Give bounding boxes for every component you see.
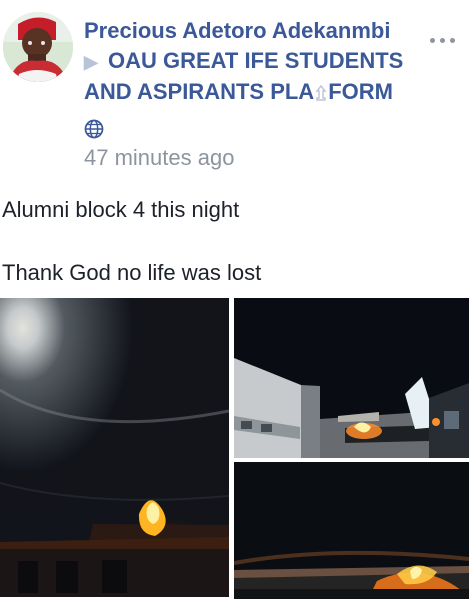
facebook-post: Precious Adetoro Adekanmbi ▶ OAU GREAT I… xyxy=(0,0,469,599)
post-meta: 47 minutes ago xyxy=(84,119,234,170)
fire-night-photo-main xyxy=(0,298,229,597)
more-options-icon xyxy=(439,37,445,43)
post-header: Precious Adetoro Adekanmbi ▶ OAU GREAT I… xyxy=(84,16,424,107)
message-line-1: Alumni block 4 this night xyxy=(2,197,240,222)
group-name-part-2[interactable]: AND ASPIRANTS PLA xyxy=(84,79,314,104)
group-link-line-1[interactable]: ▶ OAU GREAT IFE STUDENTS xyxy=(84,46,424,77)
arrow-right-icon: ▶ xyxy=(84,52,98,72)
fire-night-photo-building xyxy=(234,298,469,458)
post-options-button[interactable] xyxy=(424,30,460,50)
globe-icon[interactable] xyxy=(84,119,104,139)
text-cursor-icon xyxy=(315,79,327,101)
profile-photo xyxy=(3,12,73,82)
photo-fire-main[interactable] xyxy=(0,298,229,597)
fire-night-photo-roof xyxy=(234,462,469,599)
group-name-part-1[interactable]: OAU GREAT IFE STUDENTS xyxy=(108,48,403,73)
message-line-2: Thank God no life was lost xyxy=(2,260,262,285)
more-options-icon xyxy=(449,37,455,43)
avatar[interactable] xyxy=(3,12,73,82)
group-link-line-2[interactable]: AND ASPIRANTS PLA FORM xyxy=(84,77,424,107)
group-name-part-3[interactable]: FORM xyxy=(328,79,393,104)
more-options-icon xyxy=(429,37,435,43)
post-message: Alumni block 4 this night Thank God no l… xyxy=(2,195,261,288)
photo-fire-building[interactable] xyxy=(234,298,469,458)
author-name[interactable]: Precious Adetoro Adekanmbi xyxy=(84,16,424,46)
post-timestamp[interactable]: 47 minutes ago xyxy=(84,146,234,170)
photo-fire-roof[interactable] xyxy=(234,462,469,599)
